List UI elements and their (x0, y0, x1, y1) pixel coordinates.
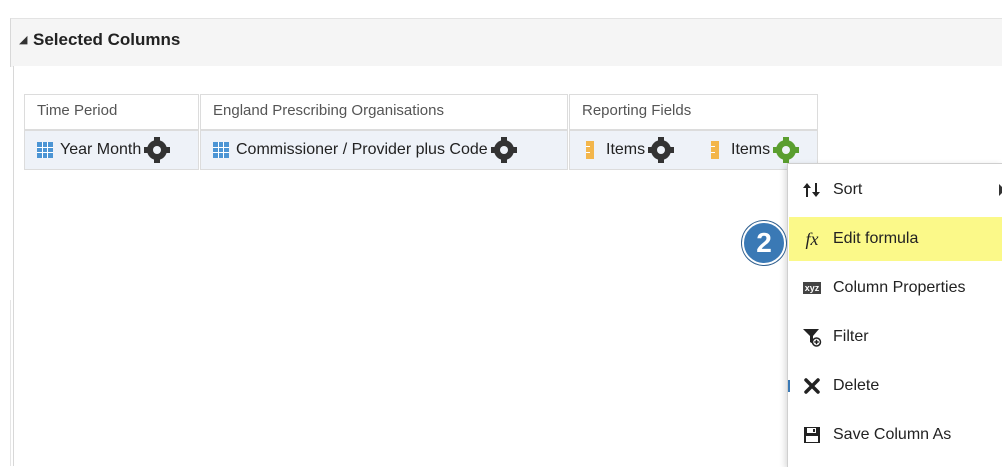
group-time-period: Time Period (24, 94, 199, 130)
collapse-triangle-icon[interactable]: ◢ (19, 33, 27, 46)
panel-title: Selected Columns (33, 30, 181, 49)
measure-column-icon (586, 141, 594, 159)
column-label: Year Month (60, 141, 142, 158)
column-year-month[interactable]: Year Month (24, 130, 199, 170)
gear-icon[interactable] (490, 137, 517, 163)
group-reporting-fields: Reporting Fields (569, 94, 818, 130)
menu-label: Save Column As (833, 426, 952, 443)
column-label: Items (606, 141, 646, 158)
divider (10, 300, 11, 466)
group-label: Time Period (37, 102, 118, 119)
gear-icon[interactable] (648, 137, 675, 163)
menu-label: Sort (833, 181, 863, 198)
menu-label: Column Properties (833, 279, 966, 296)
cursor-mark (788, 380, 790, 392)
selected-columns-header[interactable]: ◢ Selected Columns (10, 18, 1002, 67)
step-number-badge: 2 (742, 221, 786, 265)
column-label: Items (731, 141, 771, 158)
filter-icon (799, 327, 825, 347)
measure-column-icon (711, 141, 719, 159)
dimension-column-icon (37, 142, 53, 158)
fx-icon: fx (805, 228, 819, 249)
menu-item-filter[interactable]: Filter (789, 315, 1002, 359)
column-reporting-fields: Items Items (569, 130, 818, 170)
dimension-column-icon (213, 142, 229, 158)
menu-item-column-properties[interactable]: xyz Column Properties (789, 266, 1002, 310)
column-items-1[interactable]: Items (586, 131, 675, 169)
xyz-icon: xyz (802, 282, 822, 294)
menu-label: Edit formula (833, 230, 919, 247)
menu-item-edit-formula[interactable]: fx Edit formula (789, 217, 1002, 261)
menu-label: Delete (833, 377, 880, 394)
group-label: Reporting Fields (582, 102, 692, 119)
sort-icon (799, 181, 825, 199)
gear-icon[interactable] (144, 137, 171, 163)
menu-item-save-column-as[interactable]: Save Column As (789, 413, 1002, 457)
gear-icon-active[interactable] (773, 137, 800, 163)
column-label: Commissioner / Provider plus Code (236, 141, 488, 158)
column-context-menu: Sort fx Edit formula xyz Column Properti… (787, 163, 1002, 467)
menu-item-sort[interactable]: Sort (789, 168, 1002, 212)
menu-label: Filter (833, 328, 869, 345)
column-items-2[interactable]: Items (711, 131, 800, 169)
group-label: England Prescribing Organisations (213, 102, 444, 119)
save-icon (799, 426, 825, 444)
menu-item-delete[interactable]: Delete (789, 364, 1002, 408)
column-commissioner-provider[interactable]: Commissioner / Provider plus Code (200, 130, 568, 170)
group-england-prescribing-organisations: England Prescribing Organisations (200, 94, 568, 130)
delete-icon (799, 377, 825, 395)
